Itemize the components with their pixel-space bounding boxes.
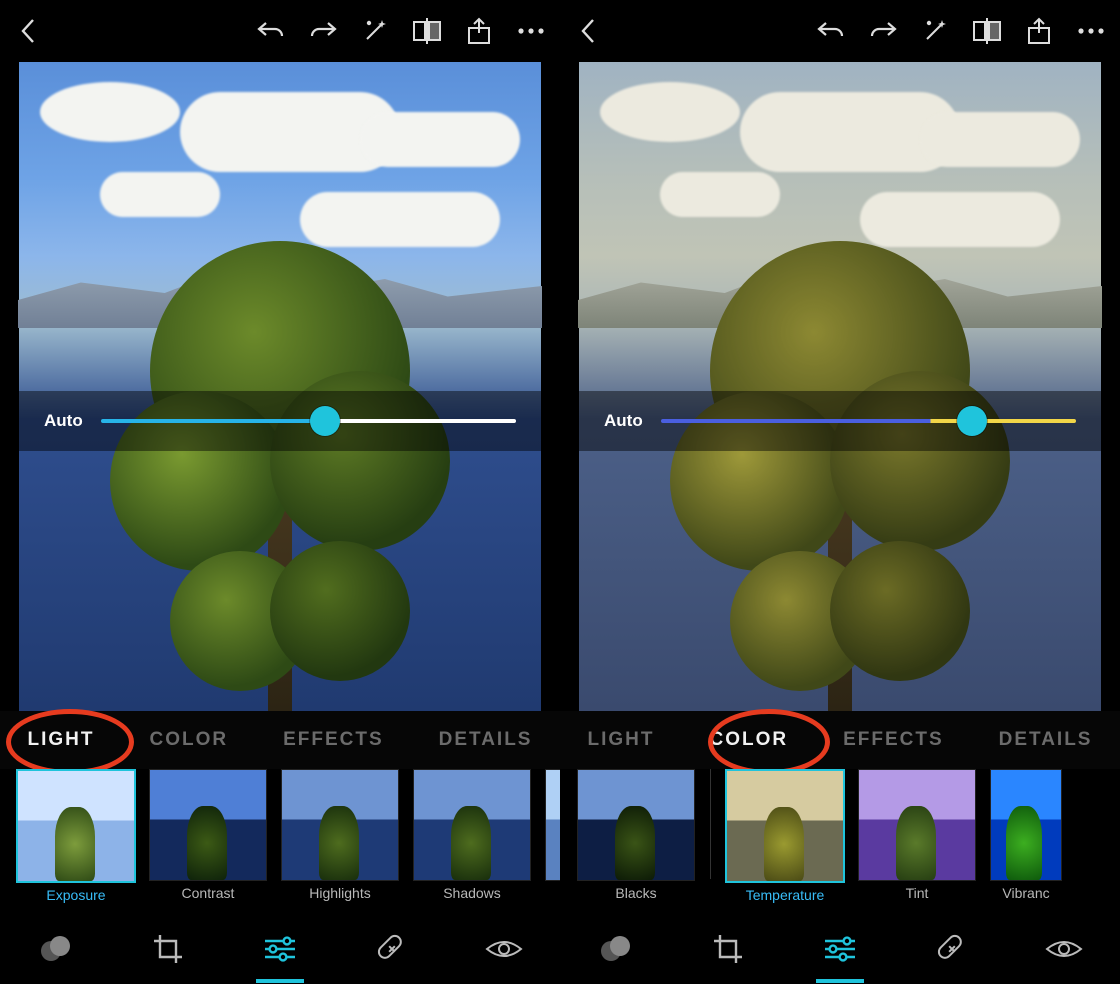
tab-color[interactable]: COLOR [149,729,228,751]
magic-wand-icon[interactable] [920,16,950,46]
redo-icon[interactable] [868,16,898,46]
auto-button[interactable]: Auto [44,411,83,431]
redeye-icon[interactable] [484,929,524,969]
thumb-label: Exposure [46,887,105,903]
photo-canvas[interactable]: Auto [560,62,1120,711]
redo-icon[interactable] [308,16,338,46]
adjust-icon[interactable] [820,929,860,969]
tab-color[interactable]: COLOR [709,729,788,751]
heal-icon[interactable] [372,929,412,969]
top-toolbar [560,0,1120,62]
auto-button[interactable]: Auto [604,411,643,431]
magic-wand-icon[interactable] [360,16,390,46]
adjust-thumbs[interactable]: Exposure Contrast Highlights Shadows [0,769,560,913]
tab-effects[interactable]: EFFECTS [283,729,384,751]
heal-icon[interactable] [932,929,972,969]
back-icon[interactable] [574,16,604,46]
thumb-label: Highlights [309,885,370,901]
adjust-slider[interactable] [101,419,516,423]
phone-left: Auto LIGHT COLOR EFFECTS DETAILS Exposur… [0,0,560,984]
more-icon[interactable] [1076,16,1106,46]
more-icon[interactable] [516,16,546,46]
looks-icon[interactable] [36,929,76,969]
tab-effects[interactable]: EFFECTS [843,729,944,751]
share-icon[interactable] [464,16,494,46]
thumb-tint[interactable]: Tint [859,769,975,901]
thumb-label: Temperature [746,887,825,903]
thumb-temperature[interactable]: Temperature [727,769,843,903]
back-icon[interactable] [14,16,44,46]
tab-details[interactable]: DETAILS [439,729,533,751]
thumb-shadows[interactable]: Shadows [414,769,530,901]
thumb-highlights[interactable]: Highlights [282,769,398,901]
bottom-toolbar [0,913,560,984]
thumb-peek[interactable] [546,769,560,881]
compare-icon[interactable] [972,16,1002,46]
thumb-exposure[interactable]: Exposure [18,769,134,903]
category-tabs: LIGHT COLOR EFFECTS DETAILS [0,711,560,769]
share-icon[interactable] [1024,16,1054,46]
adjust-slider-bar: Auto [578,391,1102,451]
category-tabs: LIGHT COLOR EFFECTS DETAILS [560,711,1120,769]
thumb-blacks[interactable]: Blacks [578,769,694,901]
thumb-label: Tint [906,885,929,901]
undo-icon[interactable] [816,16,846,46]
bottom-toolbar [560,913,1120,984]
thumb-contrast[interactable]: Contrast [150,769,266,901]
adjust-slider-bar: Auto [18,391,542,451]
thumb-label: Shadows [443,885,501,901]
crop-icon[interactable] [148,929,188,969]
tab-light[interactable]: LIGHT [27,729,94,751]
crop-icon[interactable] [708,929,748,969]
top-toolbar [0,0,560,62]
thumb-label: Blacks [615,885,656,901]
phone-right: Auto LIGHT COLOR EFFECTS DETAILS Blacks … [560,0,1120,984]
thumb-label: Contrast [182,885,235,901]
tab-light[interactable]: LIGHT [587,729,654,751]
compare-icon[interactable] [412,16,442,46]
thumb-label: Vibranc [1002,885,1049,901]
adjust-thumbs[interactable]: Blacks Temperature Tint Vibranc [560,769,1120,913]
thumb-vibrance[interactable]: Vibranc [991,769,1061,901]
looks-icon[interactable] [596,929,636,969]
redeye-icon[interactable] [1044,929,1084,969]
tab-details[interactable]: DETAILS [999,729,1093,751]
photo-canvas[interactable]: Auto [0,62,560,711]
undo-icon[interactable] [256,16,286,46]
adjust-slider[interactable] [661,419,1076,423]
adjust-icon[interactable] [260,929,300,969]
